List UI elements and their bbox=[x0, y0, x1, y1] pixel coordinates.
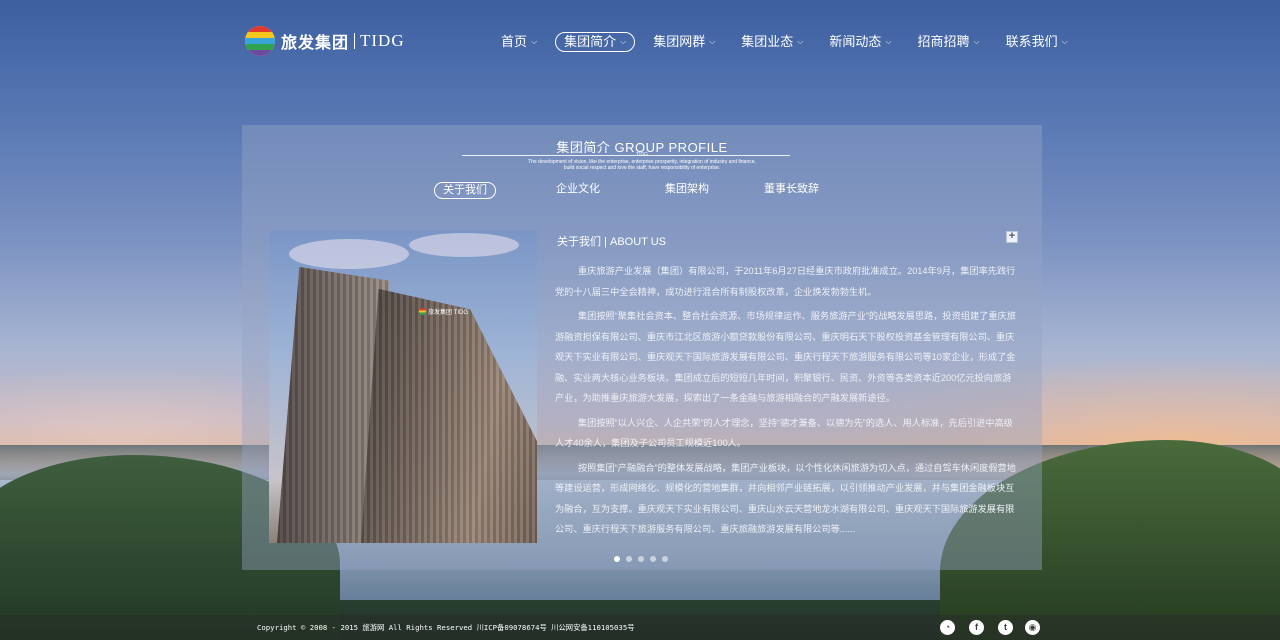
brand-divider bbox=[354, 33, 355, 49]
building-logo: 旅发集团 TIDG bbox=[419, 307, 468, 316]
profile-panel: 集团简介 GROUP PROFILE TIDG The development … bbox=[242, 125, 1042, 570]
panel-subtitle: TIDG bbox=[242, 152, 1042, 158]
slider-dot[interactable] bbox=[626, 556, 632, 562]
weibo-icon[interactable]: ◉ bbox=[1025, 620, 1040, 635]
cloud bbox=[289, 239, 409, 269]
slider-dot[interactable] bbox=[614, 556, 620, 562]
building-logo-icon bbox=[419, 308, 426, 315]
slider-dot[interactable] bbox=[638, 556, 644, 562]
cloud bbox=[409, 233, 519, 257]
chevron-down-icon: ⌵ bbox=[709, 33, 715, 51]
about-heading: 关于我们 | ABOUT US bbox=[557, 233, 666, 249]
chevron-down-icon: ⌵ bbox=[973, 33, 979, 51]
facebook-icon[interactable]: f bbox=[969, 620, 984, 635]
nav-item-group-profile[interactable]: 集团简介⌵ bbox=[555, 32, 635, 52]
nav-item-recruitment[interactable]: 招商招聘⌵ bbox=[909, 32, 987, 52]
about-heading-en: ABOUT US bbox=[610, 236, 666, 248]
slider-dots bbox=[614, 556, 674, 562]
nav-item-group-business[interactable]: 集团业态⌵ bbox=[733, 32, 811, 52]
tab-group-structure[interactable]: 集团架构 bbox=[657, 182, 717, 199]
brand-name-en: TIDG bbox=[360, 31, 405, 51]
about-paragraph: 重庆旅游产业发展（集团）有限公司，于2011年6月27日经重庆市政府批准成立。2… bbox=[555, 261, 1019, 302]
expand-more-button[interactable]: + bbox=[1006, 231, 1018, 243]
about-paragraph: 集团按照“以人兴企、人企共荣”的人才理念，坚持“德才兼备、以德为先”的选人、用人… bbox=[555, 413, 1019, 454]
slider-dot[interactable] bbox=[650, 556, 656, 562]
footer-bar bbox=[0, 615, 1280, 640]
about-paragraph: 集团按照“聚集社会资本、整合社会资源、市场规律运作、服务旅游产业”的战略发展思路… bbox=[555, 306, 1019, 409]
panel-description-line-2: build social respect and love the staff,… bbox=[242, 165, 1042, 171]
main-nav: 首页⌵ 集团简介⌵ 集团网群⌵ 集团业态⌵ 新闻动态⌵ 招商招聘⌵ 联系我们⌵ bbox=[493, 32, 1086, 52]
chevron-down-icon: ⌵ bbox=[620, 33, 626, 51]
chevron-down-icon: ⌵ bbox=[1062, 33, 1068, 51]
chevron-down-icon: ⌵ bbox=[531, 33, 537, 51]
nav-item-home[interactable]: 首页⌵ bbox=[493, 32, 545, 52]
logo-mark-icon bbox=[245, 26, 275, 56]
tower-right-shade bbox=[361, 289, 537, 543]
slider-dot[interactable] bbox=[662, 556, 668, 562]
about-heading-cn: 关于我们 bbox=[557, 236, 601, 248]
site-logo[interactable]: 旅发集团 TIDG bbox=[245, 26, 405, 56]
about-content: 重庆旅游产业发展（集团）有限公司，于2011年6月27日经重庆市政府批准成立。2… bbox=[555, 261, 1019, 544]
tab-about-us[interactable]: 关于我们 bbox=[434, 182, 496, 199]
headquarters-photo: 旅发集团 TIDG bbox=[269, 231, 537, 543]
tab-chairman-speech[interactable]: 董事长致辞 bbox=[756, 182, 827, 199]
nav-item-news[interactable]: 新闻动态⌵ bbox=[821, 32, 899, 52]
profile-tabs: 关于我们 企业文化 集团架构 董事长致辞 bbox=[242, 182, 1042, 202]
chevron-down-icon: ⌵ bbox=[797, 33, 803, 51]
tab-corporate-culture[interactable]: 企业文化 bbox=[548, 182, 608, 199]
chevron-down-icon: ⌵ bbox=[885, 33, 891, 51]
wechat-icon[interactable]: ◔ bbox=[940, 620, 955, 635]
about-paragraph: 按照集团“产融融合”的整体发展战略，集团产业板块，以个性化休闲旅游为切入点，通过… bbox=[555, 458, 1019, 540]
nav-item-contact[interactable]: 联系我们⌵ bbox=[998, 32, 1076, 52]
nav-item-group-network[interactable]: 集团网群⌵ bbox=[645, 32, 723, 52]
copyright-text: Copyright © 2008 - 2015 旅游网 All Rights R… bbox=[257, 623, 635, 633]
twitter-icon[interactable]: t bbox=[998, 620, 1013, 635]
brand-name-cn: 旅发集团 bbox=[281, 29, 349, 53]
